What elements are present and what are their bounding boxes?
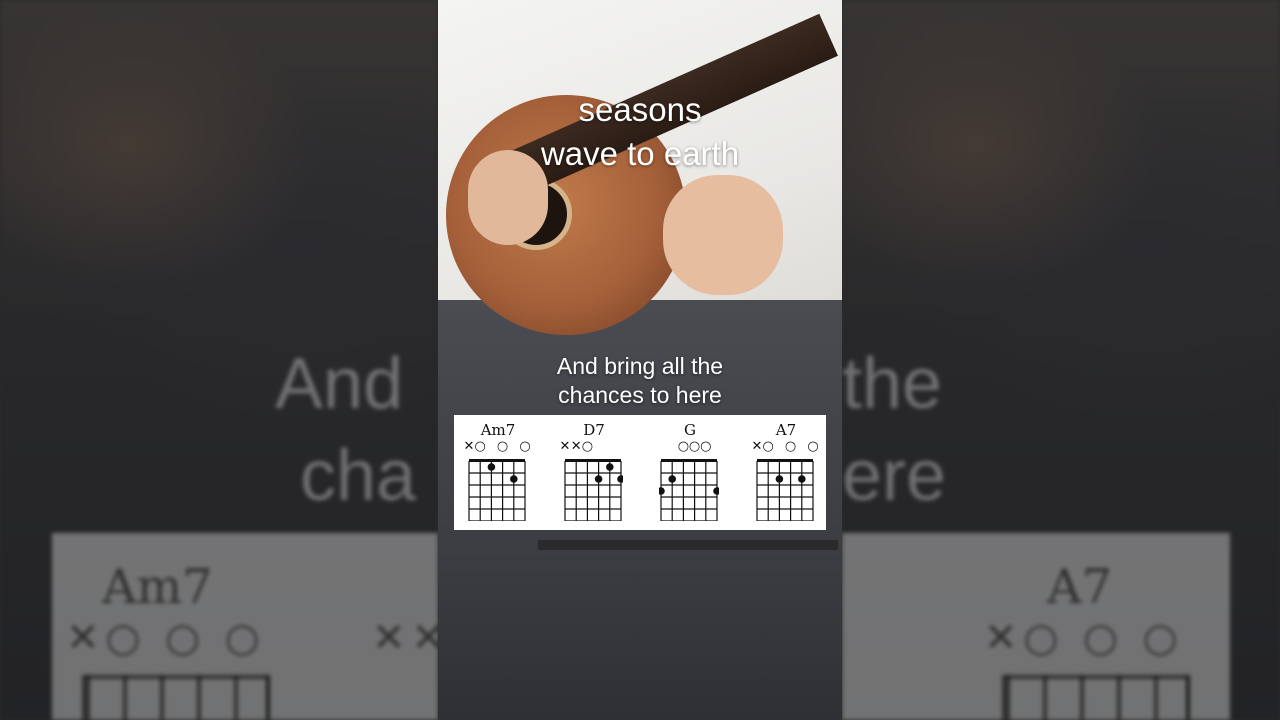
muted-string-icon: ✕: [559, 439, 571, 454]
chord-diagram: A7 ✕ ○ ○ ○: [746, 421, 826, 527]
open-muted-marks: ○ ○ ○: [650, 439, 730, 455]
fretting-hand: [663, 175, 783, 295]
open-string-icon: ○: [688, 439, 701, 454]
finger-dot: [668, 475, 676, 483]
bg-lyric-line-2: cha: [300, 436, 417, 516]
open-string-icon: ○: [784, 439, 797, 454]
bg-chord-name: Am7: [102, 559, 213, 615]
open-muted-marks: ✕ ○ ○ ○: [746, 439, 826, 455]
open-string-icon: ○: [700, 439, 712, 454]
open-string-icon: ○: [807, 439, 819, 454]
fretboard-grid: [564, 459, 623, 521]
blurred-background-left: And cha Am7 ✕○ ○ ○ ✕✕: [0, 0, 438, 720]
fretboard-grid: [756, 459, 814, 521]
open-string-icon: ○: [581, 439, 594, 454]
lyric-line-2: chances to here: [558, 382, 722, 408]
chord-chart-card: Am7 ✕ ○ ○ ○ D7 ✕ ✕ ○ G ○ ○ ○ A7 ✕ ○ ○ ○: [454, 415, 826, 530]
bg-chord-card: Am7 ✕○ ○ ○ ✕✕: [52, 533, 438, 720]
fretboard-grid: [659, 459, 719, 521]
open-string-icon: ○: [519, 439, 531, 454]
open-string-icon: ○: [474, 439, 486, 454]
muted-string-icon: ✕: [463, 439, 475, 454]
muted-string-icon: ✕: [570, 439, 582, 454]
chord-diagram: Am7 ✕ ○ ○ ○: [458, 421, 538, 527]
finger-dot: [617, 475, 623, 483]
open-string-icon: ○: [496, 439, 509, 454]
lyric-line-1: And bring all the: [556, 353, 724, 379]
bg-chord-grid-right: [1002, 675, 1190, 720]
chord-diagram: G ○ ○ ○: [650, 421, 730, 527]
nut: [661, 459, 717, 462]
nut: [565, 459, 621, 462]
artist-name: wave to earth: [540, 135, 740, 172]
finger-dot: [798, 475, 806, 483]
bg-chord-marks: ✕○ ○ ○: [66, 615, 266, 661]
nut: [757, 459, 813, 462]
open-string-icon: ○: [677, 439, 690, 454]
open-muted-marks: ✕ ✕ ○: [554, 439, 634, 455]
song-title: seasons: [578, 91, 702, 128]
finger-dot: [510, 475, 518, 483]
bg-chord-name-right: A7: [1047, 559, 1113, 615]
finger-dot: [487, 463, 496, 471]
open-string-icon: ○: [762, 439, 774, 454]
muted-string-icon: ✕: [751, 439, 763, 454]
chord-name: A7: [775, 421, 797, 439]
chord-diagram: D7 ✕ ✕ ○: [554, 421, 634, 527]
finger-dot: [594, 475, 603, 483]
finger-dot: [659, 487, 665, 495]
finger-dot: [606, 463, 614, 471]
fretboard-grid: [468, 459, 526, 521]
chord-name: D7: [583, 421, 605, 439]
bg-chord-card-right: A7 ✕○ ○ ○: [842, 533, 1230, 720]
finger-dot: [775, 475, 784, 483]
bg-lyric-line-1: And: [275, 344, 404, 424]
chair: [538, 540, 838, 720]
bg-chord-grid: [82, 675, 270, 720]
bg-lyric-line-4: ere: [842, 436, 947, 516]
bg-chord-marks-right: ✕○ ○ ○: [984, 615, 1184, 661]
chord-name: G: [684, 421, 696, 439]
open-muted-marks: ✕ ○ ○ ○: [458, 439, 538, 455]
chord-name: Am7: [480, 421, 516, 439]
song-title-overlay: seasons wave to earth: [438, 88, 842, 176]
bg-chord-marks-2: ✕✕: [372, 615, 438, 661]
finger-dot: [713, 487, 719, 495]
bg-lyric-line-3: the: [842, 344, 943, 424]
blurred-background-right: the ere A7 ✕○ ○ ○: [842, 0, 1280, 720]
nut: [469, 459, 525, 462]
lyric-overlay: And bring all the chances to here: [438, 352, 842, 410]
